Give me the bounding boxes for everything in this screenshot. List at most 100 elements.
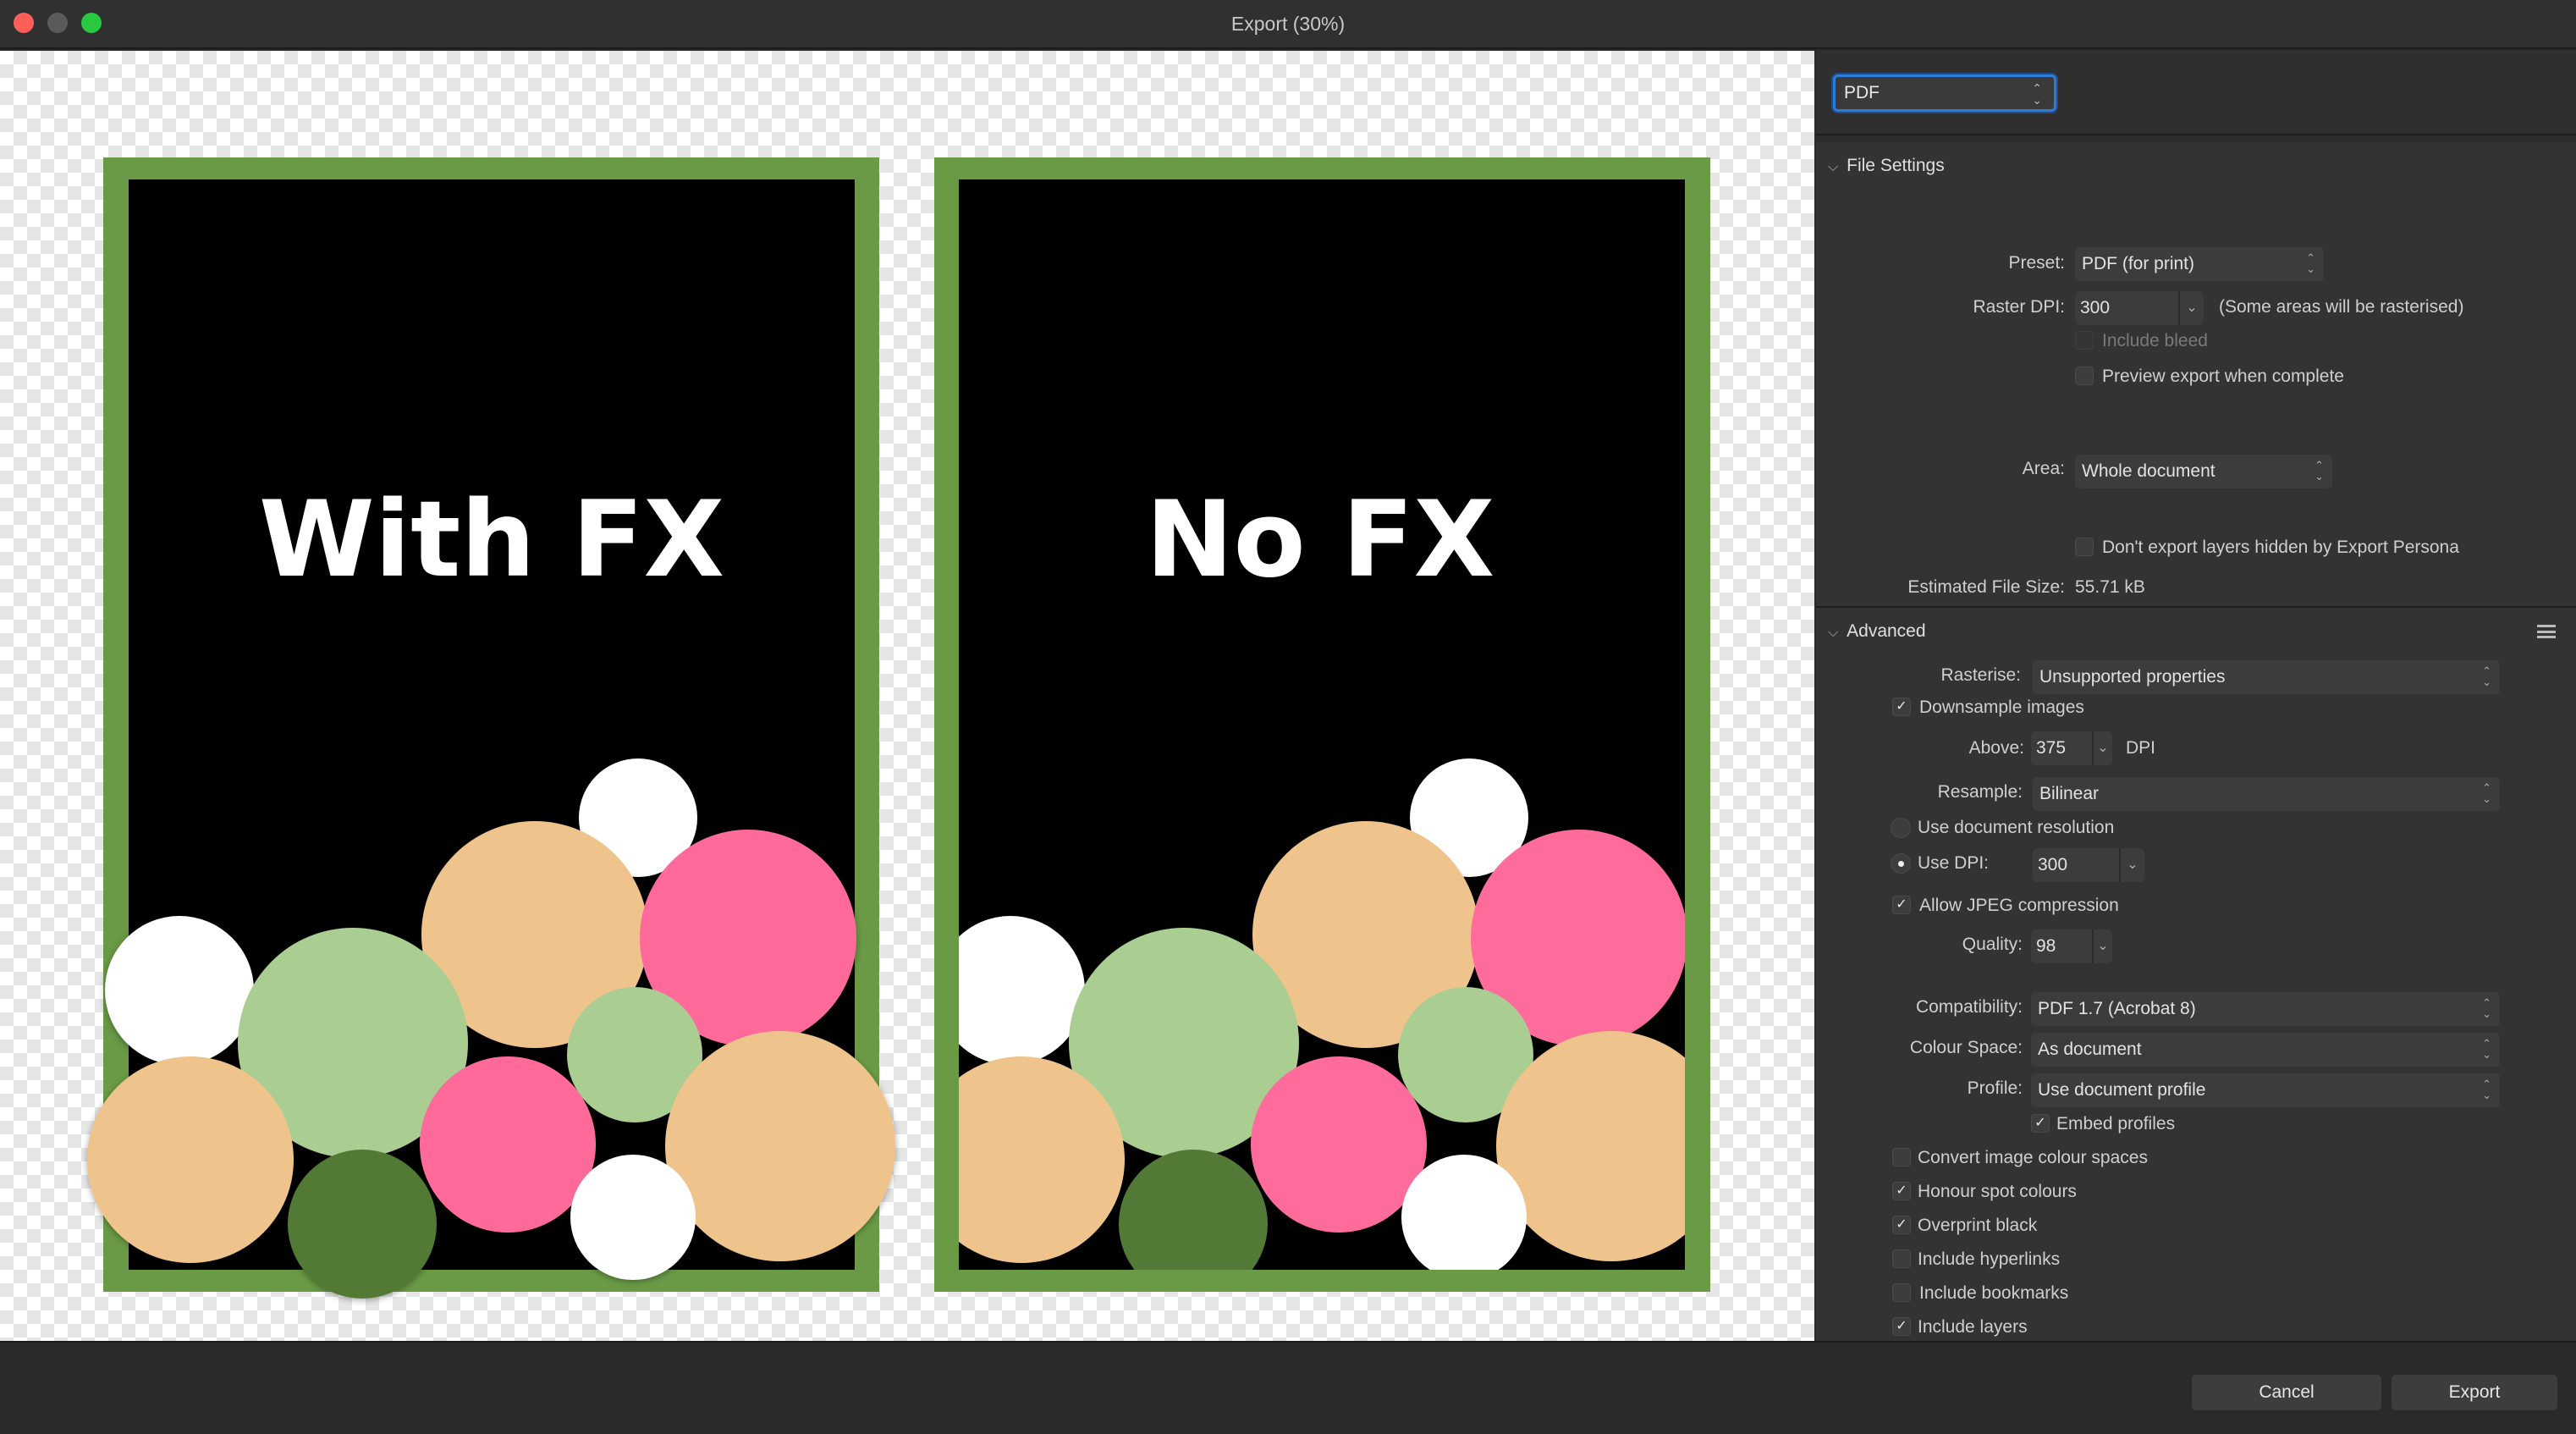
resample-value: Bilinear	[2039, 784, 2100, 803]
include-bookmarks-label: Include bookmarks	[1919, 1283, 2069, 1303]
honour-spot-label: Honour spot colours	[1918, 1182, 2077, 1201]
raster-note: (Some areas will be rasterised)	[2219, 297, 2464, 317]
bubble	[288, 1150, 437, 1299]
artboard-no-fx: No FX	[934, 157, 1710, 1292]
estimated-size-label: Estimated File Size:	[1907, 577, 2065, 597]
resample-select[interactable]: Bilinear ⌃ ⌄	[2033, 777, 2500, 811]
menu-icon[interactable]	[2537, 625, 2556, 638]
use-dpi-radio[interactable]	[1891, 853, 1911, 874]
artboard-title: No FX	[1146, 479, 1494, 601]
updown-icon: ⌃ ⌄	[2482, 665, 2491, 688]
chevron-down-icon: ⌵	[1828, 160, 1839, 174]
include-layers-label: Include layers	[1918, 1317, 2028, 1337]
resample-label: Resample:	[1937, 782, 2023, 802]
area-value: Whole document	[2082, 461, 2215, 481]
chevron-down-icon[interactable]: ⌄	[2178, 291, 2204, 325]
compatibility-value: PDF 1.7 (Acrobat 8)	[2038, 999, 2196, 1018]
convert-image-colour-checkbox[interactable]	[1892, 1148, 1911, 1167]
updown-icon: ⌃ ⌄	[2482, 1037, 2491, 1061]
include-bookmarks-checkbox[interactable]	[1892, 1283, 1911, 1302]
section-title: Advanced	[1847, 621, 1926, 641]
overprint-black-label: Overprint black	[1918, 1216, 2038, 1235]
window-title: Export (30%)	[1230, 13, 1346, 35]
bubble	[1401, 1155, 1527, 1270]
section-title: File Settings	[1847, 156, 1945, 175]
include-layers-checkbox[interactable]: ✓	[1892, 1317, 1911, 1336]
advanced-header[interactable]: ⌵ Advanced	[1828, 621, 1926, 642]
file-settings-header[interactable]: ⌵ File Settings	[1828, 156, 1945, 176]
allow-jpeg-checkbox[interactable]: ✓	[1892, 896, 1911, 914]
colour-space-value: As document	[2038, 1040, 2142, 1059]
chevron-down-icon[interactable]: ⌄	[2119, 848, 2144, 882]
bubble	[420, 1056, 596, 1233]
embed-profiles-label: Embed profiles	[2056, 1114, 2176, 1133]
chevron-down-icon: ⌵	[1828, 626, 1839, 640]
downsample-images-checkbox[interactable]: ✓	[1892, 698, 1911, 716]
use-document-resolution-radio[interactable]	[1891, 818, 1911, 838]
use-document-resolution-label: Use document resolution	[1918, 818, 2115, 837]
include-bleed-label: Include bleed	[2102, 331, 2208, 350]
use-dpi-value: 300	[2038, 855, 2068, 874]
include-bleed-checkbox[interactable]	[2075, 331, 2094, 350]
compatibility-select[interactable]: PDF 1.7 (Acrobat 8) ⌃ ⌄	[2031, 992, 2500, 1026]
profile-label: Profile:	[1967, 1078, 2023, 1098]
dont-export-hidden-label: Don't export layers hidden by Export Per…	[2102, 538, 2459, 557]
rasterise-select[interactable]: Unsupported properties ⌃ ⌄	[2033, 660, 2500, 694]
raster-dpi-label: Raster DPI:	[1973, 297, 2065, 317]
use-dpi-combo[interactable]: 300 ⌄	[2033, 848, 2144, 882]
preview-export-label: Preview export when complete	[2102, 367, 2344, 386]
above-label: Above:	[1968, 738, 2024, 758]
chevron-down-icon[interactable]: ⌄	[2092, 929, 2112, 963]
overprint-black-checkbox[interactable]: ✓	[1892, 1216, 1911, 1234]
export-preview: With FX No FX	[0, 51, 1814, 1341]
rasterise-value: Unsupported properties	[2039, 667, 2226, 687]
format-bar: PDF ⌃ ⌄	[1816, 51, 2576, 135]
bubble	[1251, 1056, 1427, 1233]
allow-jpeg-label: Allow JPEG compression	[1919, 896, 2119, 915]
bubble	[570, 1155, 696, 1280]
honour-spot-checkbox[interactable]: ✓	[1892, 1182, 1911, 1200]
quality-combo[interactable]: 98 ⌄	[2031, 929, 2112, 963]
chevron-down-icon[interactable]: ⌄	[2092, 731, 2112, 765]
cancel-button[interactable]: Cancel	[2192, 1375, 2381, 1410]
bubble	[665, 1031, 895, 1261]
include-hyperlinks-label: Include hyperlinks	[1918, 1249, 2061, 1269]
bubble	[87, 1056, 294, 1263]
include-hyperlinks-checkbox[interactable]	[1892, 1249, 1911, 1268]
area-label: Area:	[2022, 459, 2065, 478]
convert-image-colour-label: Convert image colour spaces	[1918, 1148, 2148, 1167]
colour-space-select[interactable]: As document ⌃ ⌄	[2031, 1033, 2500, 1067]
raster-dpi-combo[interactable]: 300 ⌄	[2075, 291, 2204, 325]
area-select[interactable]: Whole document ⌃ ⌄	[2075, 455, 2332, 488]
format-value: PDF	[1844, 83, 1880, 102]
preview-artwork: With FX No FX	[0, 51, 1814, 1341]
preset-value: PDF (for print)	[2082, 254, 2195, 273]
export-button[interactable]: Export	[2392, 1375, 2557, 1410]
export-settings-panel: PDF ⌃ ⌄ ⌵ File Settings Preset: PDF (for p…	[1816, 51, 2576, 1341]
profile-value: Use document profile	[2038, 1080, 2206, 1100]
preview-export-checkbox[interactable]	[2075, 367, 2094, 385]
raster-dpi-value: 300	[2080, 298, 2111, 317]
file-settings-section: ⌵ File Settings Preset: PDF (for print) ⌃…	[1816, 142, 2576, 606]
updown-icon: ⌃ ⌄	[2032, 81, 2042, 107]
preset-label: Preset:	[2008, 253, 2065, 273]
colour-space-label: Colour Space:	[1909, 1038, 2023, 1057]
artboard-title: With FX	[259, 479, 724, 601]
quality-label: Quality:	[1962, 935, 2023, 954]
format-select[interactable]: PDF ⌃ ⌄	[1833, 74, 2056, 112]
quality-value: 98	[2036, 936, 2056, 956]
preset-select[interactable]: PDF (for print) ⌃ ⌄	[2075, 247, 2324, 281]
dialog-button-bar: Cancel Export	[0, 1341, 2576, 1434]
rasterise-label: Rasterise:	[1940, 665, 2021, 685]
updown-icon: ⌃ ⌄	[2482, 996, 2491, 1020]
downsample-images-label: Downsample images	[1919, 698, 2084, 717]
updown-icon: ⌃ ⌄	[2482, 781, 2491, 805]
above-value: 375	[2036, 738, 2067, 758]
estimated-size-value: 55.71 kB	[2075, 577, 2145, 597]
embed-profiles-checkbox[interactable]: ✓	[2031, 1114, 2050, 1133]
dont-export-hidden-checkbox[interactable]	[2075, 538, 2094, 556]
advanced-section: ⌵ Advanced Rasterise: Unsupported propert…	[1816, 606, 2576, 1341]
above-combo[interactable]: 375 ⌄	[2031, 731, 2112, 765]
use-dpi-label: Use DPI:	[1918, 853, 1990, 873]
profile-select[interactable]: Use document profile ⌃ ⌄	[2031, 1073, 2500, 1107]
